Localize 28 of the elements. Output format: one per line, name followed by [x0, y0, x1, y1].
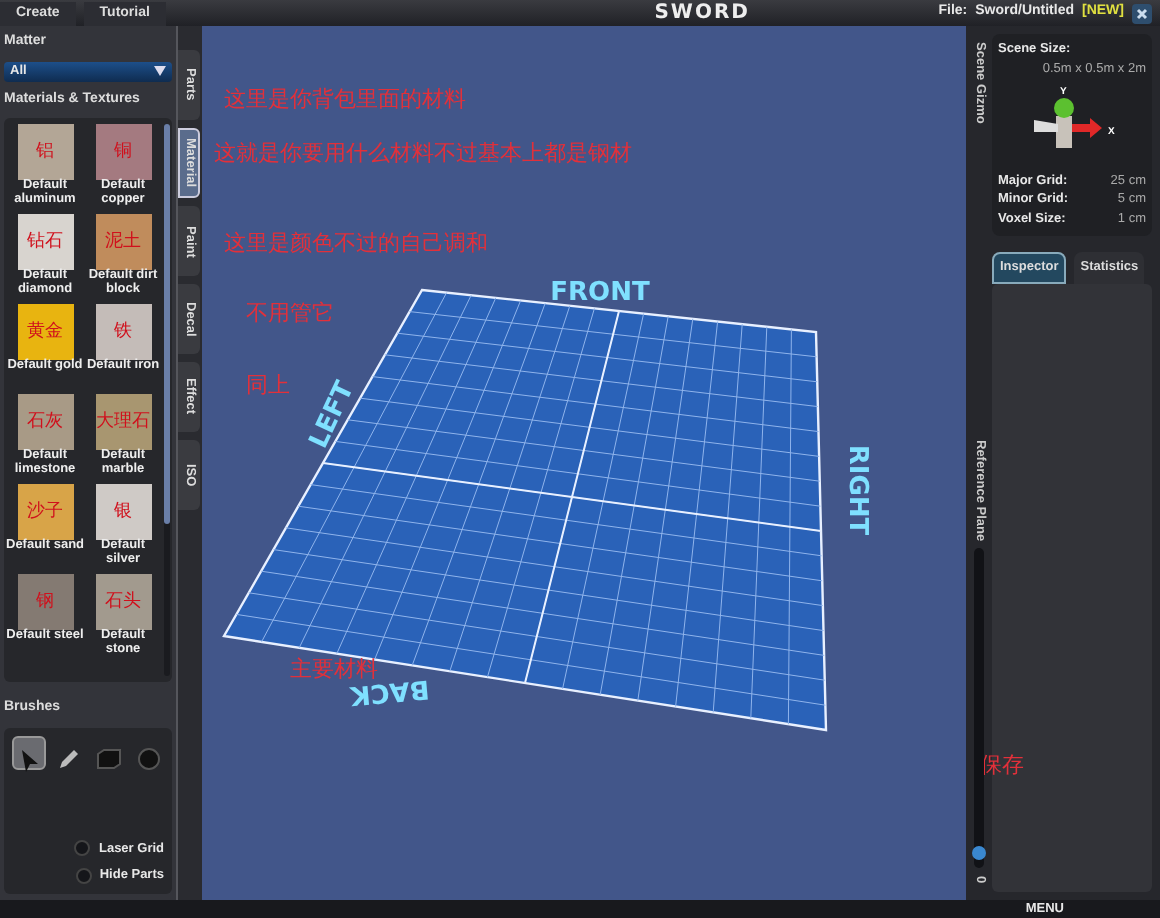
sphere-icon: [133, 743, 164, 774]
annotation-text: 同上: [246, 376, 290, 398]
caret-icon: [154, 66, 166, 76]
annotation-text: 不用管它: [246, 304, 334, 326]
material-swatch[interactable]: 沙子: [17, 484, 73, 540]
material-swatch[interactable]: 铁: [95, 304, 151, 360]
close-icon[interactable]: [1132, 3, 1152, 23]
cube-icon: [94, 743, 124, 774]
annotation-text: 主要材料: [290, 660, 378, 682]
checkbox[interactable]: [74, 840, 91, 857]
left-side-label: LEFT: [304, 377, 362, 454]
app-title: SWORD: [652, 0, 752, 28]
annotation-text: 这里是你背包里面的材料: [224, 90, 466, 112]
checkbox[interactable]: [75, 868, 92, 885]
right-side-label: RIGHT: [842, 444, 872, 536]
slider-thumb[interactable]: [972, 845, 986, 860]
annotation-text: 这里是颜色不过的自己调和: [224, 234, 488, 256]
select-brush-button[interactable]: [12, 735, 46, 769]
material-swatch[interactable]: 银: [95, 484, 151, 540]
material-swatch[interactable]: 钻石: [17, 214, 73, 270]
material-swatch[interactable]: 石灰: [17, 394, 73, 450]
front-side-label: FRONT: [550, 278, 650, 308]
material-swatch[interactable]: 黄金: [17, 304, 73, 360]
material-swatch[interactable]: 铝: [17, 124, 73, 180]
material-swatch[interactable]: 石头: [95, 574, 151, 630]
scrollbar[interactable]: [164, 124, 170, 676]
annotation-text: 这就是你要用什么材料不过基本上都是钢材: [214, 144, 632, 166]
slider-track[interactable]: [974, 548, 984, 869]
